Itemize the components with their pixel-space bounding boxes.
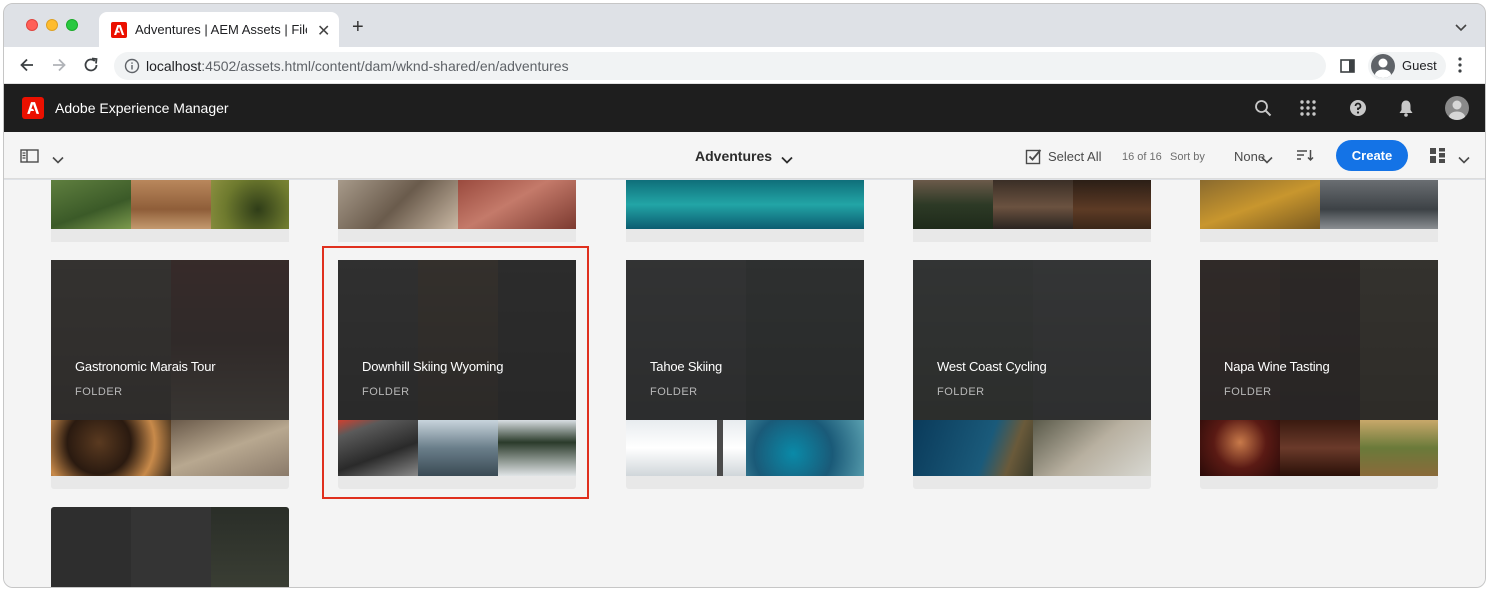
thumbnail-dark-1 xyxy=(51,507,131,587)
partial-folder-card[interactable] xyxy=(51,507,289,587)
thumbnail-food-plate xyxy=(51,420,171,476)
thumbnail-snow-slope xyxy=(626,420,746,476)
tab-close-icon[interactable]: ✕ xyxy=(317,21,330,41)
thumbnail-dark-3 xyxy=(211,507,289,587)
new-tab-button[interactable]: + xyxy=(352,17,364,37)
thumbnail-forest xyxy=(913,180,993,229)
title-chevron-down-icon[interactable] xyxy=(781,151,793,169)
profile-button[interactable]: Guest xyxy=(1368,52,1446,80)
help-icon[interactable] xyxy=(1349,99,1367,122)
search-icon[interactable] xyxy=(1254,99,1272,122)
url-text: localhost:4502/assets.html/content/dam/w… xyxy=(146,58,569,74)
thumbnail-climbing xyxy=(338,180,458,229)
partial-folder-card[interactable] xyxy=(626,180,864,242)
card-title: Gastronomic Marais Tour xyxy=(75,359,216,374)
thumbnail-autumn-trail xyxy=(1200,180,1320,229)
card-type: FOLDER xyxy=(1224,386,1272,398)
partial-folder-card[interactable] xyxy=(913,180,1151,242)
zoom-window-button[interactable] xyxy=(66,19,78,31)
url-path: :4502/assets.html/content/dam/wknd-share… xyxy=(201,58,569,74)
folder-card[interactable]: West Coast Cycling FOLDER xyxy=(913,260,1151,489)
solutions-grid-icon[interactable] xyxy=(1299,99,1317,122)
card-view-icon[interactable] xyxy=(1429,147,1446,169)
view-chevron-down-icon[interactable] xyxy=(1458,151,1470,169)
close-window-button[interactable] xyxy=(26,19,38,31)
tab-title: Adventures | AEM Assets | Files xyxy=(135,22,307,37)
card-thumbnail: Tahoe Skiing FOLDER xyxy=(626,260,864,476)
card-title: West Coast Cycling xyxy=(937,359,1047,374)
thumbnail-hills xyxy=(211,180,289,229)
adobe-favicon-icon xyxy=(111,22,127,38)
url-host: localhost xyxy=(146,58,202,74)
card-type: FOLDER xyxy=(75,386,123,398)
card-thumbnail: Napa Wine Tasting FOLDER xyxy=(1200,260,1438,476)
user-avatar-icon[interactable] xyxy=(1445,96,1469,120)
guest-avatar-icon xyxy=(1371,54,1395,78)
browser-menu-icon[interactable] xyxy=(1458,56,1462,79)
forward-arrow-icon[interactable] xyxy=(50,56,68,79)
thumbnail-rooftops xyxy=(131,180,211,229)
browser-toolbar: localhost:4502/assets.html/content/dam/w… xyxy=(4,47,1485,84)
thumbnail-blue-water xyxy=(746,420,864,476)
item-count: 16 of 16 xyxy=(1122,151,1162,163)
create-button[interactable]: Create xyxy=(1336,140,1408,171)
select-all-button[interactable]: Select All xyxy=(1048,149,1101,164)
card-type: FOLDER xyxy=(937,386,985,398)
card-thumbnail: Gastronomic Marais Tour FOLDER xyxy=(51,260,289,476)
product-name[interactable]: Adobe Experience Manager xyxy=(55,100,229,116)
profile-name: Guest xyxy=(1402,58,1437,73)
partial-folder-card[interactable] xyxy=(338,180,576,242)
card-title: Tahoe Skiing xyxy=(650,359,723,374)
sort-chevron-down-icon[interactable] xyxy=(1261,151,1273,169)
sort-order-icon[interactable] xyxy=(1296,148,1314,167)
action-bar: Adventures Select All 16 of 16 Sort by N… xyxy=(4,132,1485,179)
thumbnail-vineyard xyxy=(51,180,131,229)
thumbnail-ocean xyxy=(626,180,864,229)
reload-icon[interactable] xyxy=(82,56,100,79)
aem-global-header: Adobe Experience Manager xyxy=(4,84,1485,132)
browser-window: Adventures | AEM Assets | Files ✕ + loca… xyxy=(3,3,1486,588)
sort-by-label: Sort by xyxy=(1170,151,1205,163)
tab-strip: Adventures | AEM Assets | Files ✕ + xyxy=(4,4,1485,47)
thumbnail-cafe xyxy=(993,180,1073,229)
browser-tab[interactable]: Adventures | AEM Assets | Files ✕ xyxy=(99,12,339,47)
selection-highlight xyxy=(322,246,589,499)
back-arrow-icon[interactable] xyxy=(18,56,36,79)
assets-card-grid: Gastronomic Marais Tour FOLDER Downhill … xyxy=(4,180,1485,587)
thumbnail-cobblestone xyxy=(171,420,289,476)
select-all-checkbox-icon[interactable] xyxy=(1025,148,1042,170)
side-panel-icon[interactable] xyxy=(1340,59,1356,78)
card-thumbnail: West Coast Cycling FOLDER xyxy=(913,260,1151,476)
folder-card[interactable]: Gastronomic Marais Tour FOLDER xyxy=(51,260,289,489)
adobe-logo-icon[interactable] xyxy=(22,97,44,119)
thumbnail-red-rocks xyxy=(458,180,576,229)
thumbnail-aerial-coast xyxy=(913,420,1033,476)
address-bar[interactable]: localhost:4502/assets.html/content/dam/w… xyxy=(114,52,1326,80)
thumbnail-red-wine xyxy=(1200,420,1280,476)
partial-folder-card[interactable] xyxy=(51,180,289,242)
card-type: FOLDER xyxy=(650,386,698,398)
minimize-window-button[interactable] xyxy=(46,19,58,31)
thumbnail-beach xyxy=(1033,420,1151,476)
folder-title[interactable]: Adventures xyxy=(695,148,772,164)
thumbnail-granite xyxy=(1320,180,1438,229)
folder-card[interactable]: Tahoe Skiing FOLDER xyxy=(626,260,864,489)
thumbnail-dinner xyxy=(1073,180,1151,229)
thumbnail-lift-pole xyxy=(717,420,723,476)
partial-folder-card[interactable] xyxy=(1200,180,1438,242)
thumbnail-dark-2 xyxy=(131,507,211,587)
thumbnail-wine-pour xyxy=(1280,420,1360,476)
notifications-bell-icon[interactable] xyxy=(1397,99,1415,122)
tab-search-chevron-icon[interactable] xyxy=(1455,19,1467,37)
card-title: Napa Wine Tasting xyxy=(1224,359,1330,374)
site-info-icon[interactable] xyxy=(124,58,140,79)
rail-chevron-down-icon[interactable] xyxy=(52,151,64,169)
rail-toggle-icon[interactable] xyxy=(20,148,40,169)
folder-card[interactable]: Napa Wine Tasting FOLDER xyxy=(1200,260,1438,489)
thumbnail-grape-vines xyxy=(1360,420,1438,476)
